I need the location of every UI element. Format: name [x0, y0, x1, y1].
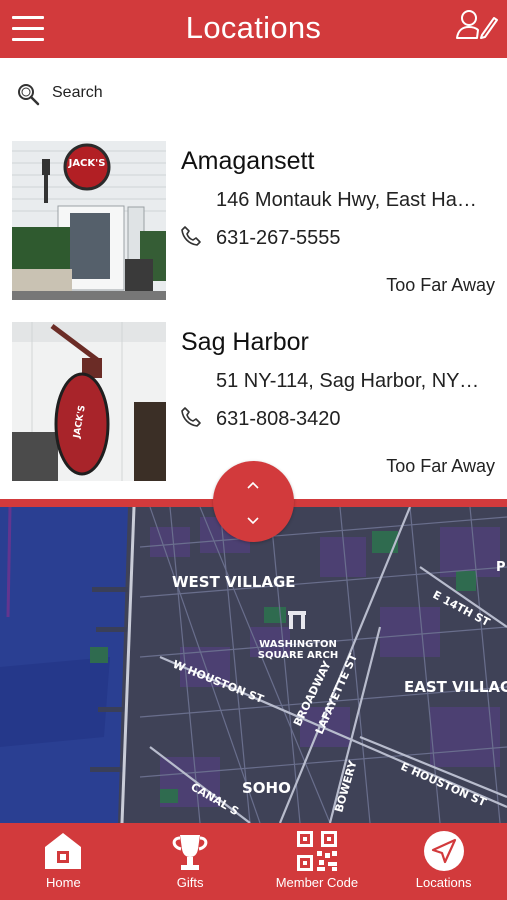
tab-gifts[interactable]: Gifts	[127, 823, 254, 900]
map-view[interactable]: WEST VILLAGE WASHINGTON SQUARE ARCH W HO…	[0, 507, 507, 823]
map-label: WEST VILLAGE	[172, 573, 296, 591]
phone-icon	[180, 225, 202, 247]
home-icon	[41, 829, 85, 873]
location-photo: JACK'S	[12, 322, 166, 481]
search-icon	[16, 82, 40, 106]
tab-label: Member Code	[275, 875, 359, 890]
location-address[interactable]: 146 Montauk Hwy, East Hampton, NY	[216, 189, 484, 212]
edit-profile-icon[interactable]	[454, 6, 500, 46]
tab-member-code[interactable]: Member Code	[254, 823, 381, 900]
map-label: SQUARE ARCH	[258, 650, 338, 661]
location-phone[interactable]: 631-267-5555	[216, 227, 341, 250]
qr-code-icon	[295, 829, 339, 873]
tab-home[interactable]: Home	[0, 823, 127, 900]
location-name: Sag Harbor	[181, 328, 309, 356]
sign-text: JACK'S	[68, 158, 106, 169]
search-bar	[0, 58, 507, 130]
map-toggle-button[interactable]	[213, 461, 294, 542]
map-label: P	[496, 560, 506, 575]
location-distance: Too Far Away	[386, 456, 495, 476]
app-header: Locations	[0, 0, 507, 58]
bottom-tab-bar: Home Gifts Member Code Locations	[0, 823, 507, 900]
location-phone[interactable]: 631-808-3420	[216, 408, 341, 431]
location-name: Amagansett	[181, 147, 315, 175]
tab-label: Gifts	[176, 875, 204, 890]
search-input[interactable]	[52, 80, 482, 106]
location-distance: Too Far Away	[386, 275, 495, 295]
navigation-arrow-icon	[422, 829, 466, 873]
trophy-icon	[168, 829, 212, 873]
phone-icon	[180, 406, 202, 428]
location-card-amagansett[interactable]: JACK'S Amagansett 146 Montauk Hwy, East …	[0, 141, 507, 321]
map-label: EAST VILLAGE	[404, 678, 507, 696]
location-address[interactable]: 51 NY-114, Sag Harbor, NY 11963	[216, 370, 484, 393]
map-label: SOHO	[242, 779, 291, 797]
map-label: WASHINGTON	[259, 639, 337, 650]
tab-label: Locations	[415, 875, 472, 890]
location-photo: JACK'S	[12, 141, 166, 300]
tab-label: Home	[46, 875, 81, 890]
tab-locations[interactable]: Locations	[380, 823, 507, 900]
page-title: Locations	[185, 10, 322, 45]
